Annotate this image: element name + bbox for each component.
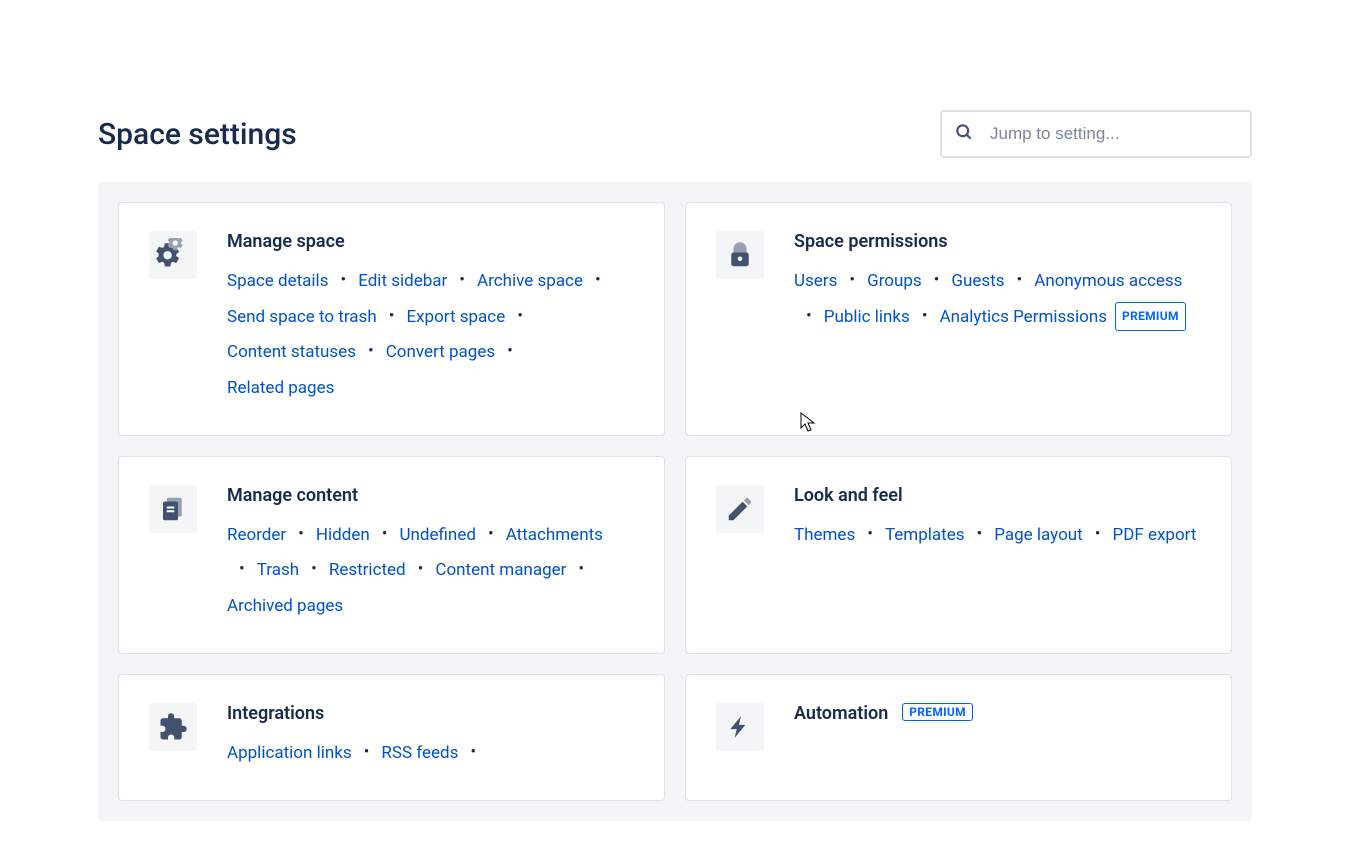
separator-dot: • xyxy=(286,517,316,553)
separator-dot: • xyxy=(855,517,885,553)
link-content-manager[interactable]: Content manager xyxy=(435,553,566,589)
link-convert-pages[interactable]: Convert pages xyxy=(386,335,495,371)
separator-dot: • xyxy=(1083,517,1113,553)
automation-title-text: Automation xyxy=(794,703,888,724)
header-row: Space settings xyxy=(98,0,1252,182)
link-send-space-to-trash[interactable]: Send space to trash xyxy=(227,300,377,336)
separator-dot: • xyxy=(794,299,824,335)
link-public-links[interactable]: Public links xyxy=(824,300,910,336)
separator-dot: • xyxy=(406,552,436,588)
space-settings-page: Space settings Manage space Space detail… xyxy=(0,0,1352,861)
link-archive-space[interactable]: Archive space xyxy=(477,264,583,300)
separator-dot: • xyxy=(299,552,329,588)
links-look-and-feel: Themes• Templates• Page layout• PDF expo… xyxy=(794,518,1199,554)
card-title-space-permissions: Space permissions xyxy=(794,231,1199,252)
link-archived-pages[interactable]: Archived pages xyxy=(227,589,343,625)
separator-dot: • xyxy=(505,299,535,335)
link-pdf-export[interactable]: PDF export xyxy=(1112,518,1196,554)
card-title-manage-space: Manage space xyxy=(227,231,632,252)
premium-badge: PREMIUM xyxy=(1115,302,1186,331)
card-title-integrations: Integrations xyxy=(227,703,632,724)
link-restricted[interactable]: Restricted xyxy=(329,553,406,589)
card-integrations: Integrations Application links• RSS feed… xyxy=(118,674,665,801)
card-title-automation: Automation PREMIUM xyxy=(794,703,1199,724)
separator-dot: • xyxy=(377,299,407,335)
separator-dot: • xyxy=(566,552,596,588)
links-integrations: Application links• RSS feeds• xyxy=(227,736,632,772)
gears-icon xyxy=(149,231,197,279)
link-export-space[interactable]: Export space xyxy=(406,300,505,336)
separator-dot: • xyxy=(495,334,525,370)
separator-dot: • xyxy=(458,735,488,771)
link-rss-feeds[interactable]: RSS feeds xyxy=(381,736,458,772)
card-title-manage-content: Manage content xyxy=(227,485,632,506)
card-manage-space: Manage space Space details• Edit sidebar… xyxy=(118,202,665,436)
links-manage-space: Space details• Edit sidebar• Archive spa… xyxy=(227,264,632,407)
separator-dot: • xyxy=(965,517,995,553)
separator-dot: • xyxy=(476,517,506,553)
link-space-details[interactable]: Space details xyxy=(227,264,328,300)
separator-dot: • xyxy=(352,735,382,771)
link-templates[interactable]: Templates xyxy=(885,518,965,554)
bolt-icon xyxy=(716,703,764,751)
link-undefined[interactable]: Undefined xyxy=(400,518,476,554)
card-automation: Automation PREMIUM xyxy=(685,674,1232,801)
search-input[interactable] xyxy=(940,110,1252,158)
card-space-permissions: Space permissions Users• Groups• Guests•… xyxy=(685,202,1232,436)
link-groups[interactable]: Groups xyxy=(867,264,922,300)
link-content-statuses[interactable]: Content statuses xyxy=(227,335,356,371)
links-space-permissions: Users• Groups• Guests• Anonymous access•… xyxy=(794,264,1199,335)
separator-dot: • xyxy=(370,517,400,553)
separator-dot: • xyxy=(356,334,386,370)
separator-dot: • xyxy=(447,263,477,299)
link-anonymous-access[interactable]: Anonymous access xyxy=(1034,264,1182,300)
separator-dot: • xyxy=(910,299,940,335)
documents-icon xyxy=(149,485,197,533)
separator-dot: • xyxy=(922,263,952,299)
link-themes[interactable]: Themes xyxy=(794,518,855,554)
card-look-and-feel: Look and feel Themes• Templates• Page la… xyxy=(685,456,1232,654)
puzzle-icon xyxy=(149,703,197,751)
links-manage-content: Reorder• Hidden• Undefined• Attachments•… xyxy=(227,518,632,625)
separator-dot: • xyxy=(1005,263,1035,299)
premium-badge: PREMIUM xyxy=(902,703,973,721)
lock-icon xyxy=(716,231,764,279)
cards-grid: Manage space Space details• Edit sidebar… xyxy=(98,182,1252,821)
link-application-links[interactable]: Application links xyxy=(227,736,352,772)
separator-dot: • xyxy=(583,263,613,299)
link-trash[interactable]: Trash xyxy=(257,553,299,589)
pencil-icon xyxy=(716,485,764,533)
link-attachments[interactable]: Attachments xyxy=(506,518,603,554)
link-users[interactable]: Users xyxy=(794,264,837,300)
link-reorder[interactable]: Reorder xyxy=(227,518,286,554)
separator-dot: • xyxy=(227,552,257,588)
link-analytics-permissions[interactable]: Analytics Permissions xyxy=(940,300,1107,336)
link-edit-sidebar[interactable]: Edit sidebar xyxy=(358,264,447,300)
search-icon xyxy=(954,122,974,146)
page-title: Space settings xyxy=(98,117,297,152)
separator-dot: • xyxy=(837,263,867,299)
card-title-look-and-feel: Look and feel xyxy=(794,485,1199,506)
link-page-layout[interactable]: Page layout xyxy=(994,518,1082,554)
link-related-pages[interactable]: Related pages xyxy=(227,371,334,407)
link-hidden[interactable]: Hidden xyxy=(316,518,370,554)
search-wrap xyxy=(940,110,1252,158)
link-guests[interactable]: Guests xyxy=(951,264,1004,300)
separator-dot: • xyxy=(328,263,358,299)
card-manage-content: Manage content Reorder• Hidden• Undefine… xyxy=(118,456,665,654)
